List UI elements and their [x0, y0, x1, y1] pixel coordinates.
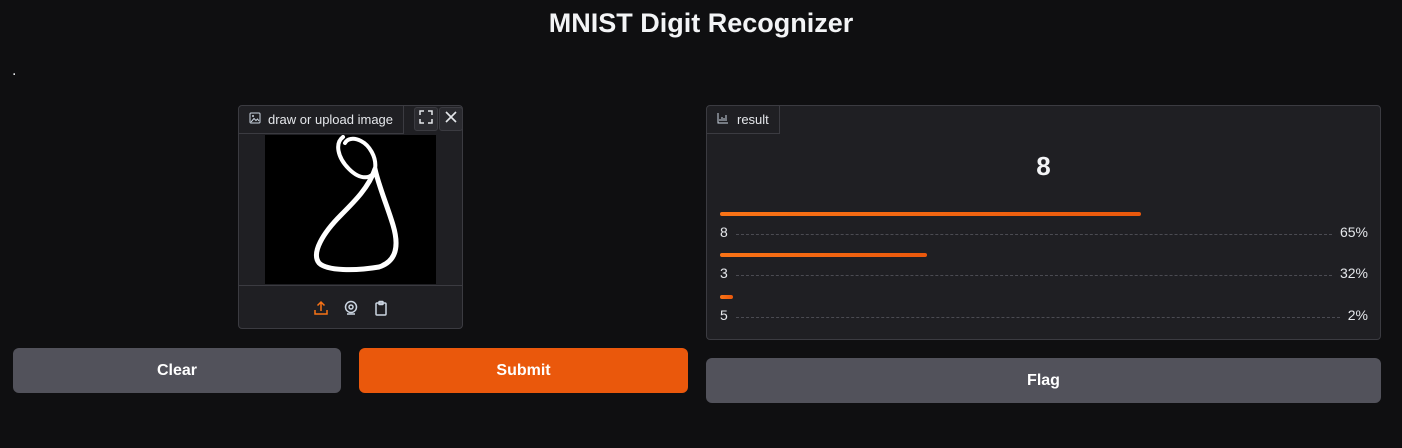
confidence-row: 3 32%	[720, 253, 1368, 283]
drawing-canvas[interactable]	[265, 135, 436, 284]
confidence-bar	[720, 295, 733, 299]
confidence-label: 3	[720, 265, 728, 281]
webcam-icon[interactable]	[342, 299, 360, 317]
result-panel: result 8 8 65% 3 32% 5 2%	[706, 105, 1381, 340]
predicted-label: 8	[1036, 151, 1051, 181]
confidence-label: 8	[720, 224, 728, 240]
confidence-bar	[720, 212, 1141, 216]
result-label: result	[737, 112, 769, 127]
image-input-label-tab: draw or upload image	[239, 106, 405, 134]
image-source-bar	[239, 285, 462, 329]
page-title: MNIST Digit Recognizer	[548, 8, 854, 38]
submit-button[interactable]: Submit	[359, 348, 688, 393]
result-label-tab: result	[707, 106, 780, 134]
fullscreen-icon	[419, 109, 433, 129]
confidence-percent: 2%	[1347, 307, 1368, 323]
confidence-label: 5	[720, 307, 728, 323]
confidence-percent: 65%	[1339, 224, 1368, 240]
upload-icon[interactable]	[312, 299, 330, 317]
dotted-leader	[735, 234, 1332, 235]
handwritten-digit-image	[314, 135, 399, 273]
image-input-label: draw or upload image	[268, 112, 394, 127]
dotted-leader	[735, 317, 1340, 318]
close-icon	[445, 110, 457, 128]
dotted-leader	[735, 275, 1332, 276]
confidence-row: 8 65%	[720, 212, 1368, 242]
image-input-panel: draw or upload image	[238, 105, 463, 329]
confidence-row: 5 2%	[720, 295, 1368, 325]
close-image-button[interactable]	[439, 107, 463, 131]
page-description: .	[12, 62, 17, 79]
bar-chart-icon	[717, 112, 729, 127]
image-icon	[249, 112, 261, 127]
clipboard-icon[interactable]	[372, 299, 390, 317]
clear-button[interactable]: Clear	[13, 348, 341, 393]
confidence-percent: 32%	[1339, 265, 1368, 281]
flag-button[interactable]: Flag	[706, 358, 1381, 403]
fullscreen-button[interactable]	[414, 107, 438, 131]
confidence-bar	[720, 253, 927, 257]
